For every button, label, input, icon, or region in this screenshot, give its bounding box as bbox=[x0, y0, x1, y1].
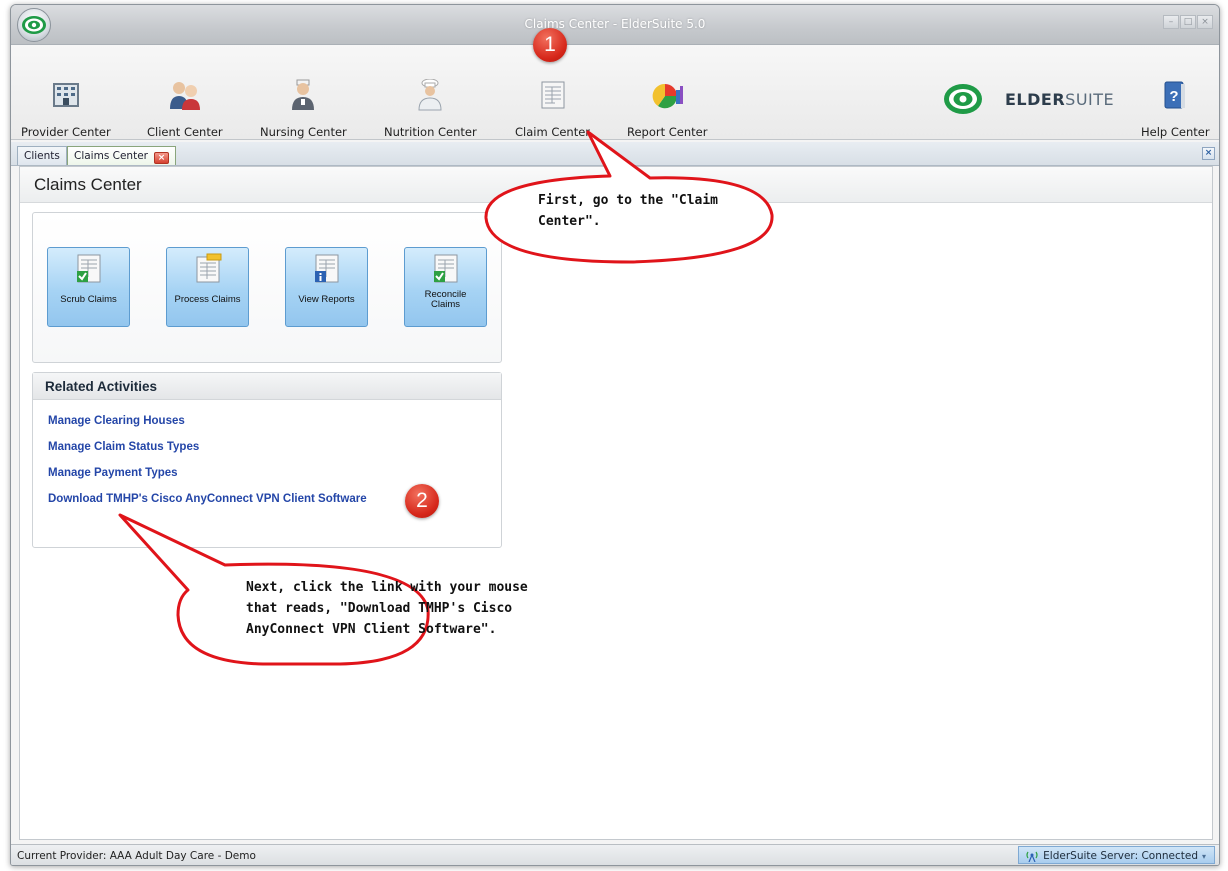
building-icon bbox=[51, 75, 81, 115]
view-reports-icon bbox=[312, 253, 342, 288]
page-title: Claims Center bbox=[34, 175, 142, 194]
pie-chart-icon bbox=[650, 75, 684, 115]
close-all-tabs-icon[interactable]: × bbox=[1202, 147, 1215, 160]
toolbar-label: Provider Center bbox=[21, 125, 111, 139]
process-claims-button[interactable]: Process Claims bbox=[166, 247, 249, 327]
antenna-icon bbox=[1026, 851, 1038, 862]
action-label: Process Claims bbox=[174, 294, 241, 305]
app-window: Claims Center - ElderSuite 5.0 – □ × Pro… bbox=[10, 4, 1220, 866]
tab-claims-center[interactable]: Claims Center × bbox=[67, 146, 176, 165]
toolbar-label: Nutrition Center bbox=[384, 125, 477, 139]
toolbar-nutrition-center[interactable]: Nutrition Center bbox=[384, 75, 477, 139]
callout-2-line: Next, click the link with your mouse bbox=[246, 580, 528, 595]
scrub-claims-icon bbox=[74, 253, 104, 288]
close-window-button[interactable]: × bbox=[1197, 15, 1213, 29]
related-activities-title: Related Activities bbox=[33, 373, 501, 400]
minimize-button[interactable]: – bbox=[1163, 15, 1179, 29]
manage-claim-status-types-link[interactable]: Manage Claim Status Types bbox=[48, 441, 199, 453]
current-provider-status: Current Provider: AAA Adult Day Care - D… bbox=[17, 850, 256, 862]
brand-suite: SUITE bbox=[1065, 89, 1115, 109]
maximize-button[interactable]: □ bbox=[1180, 15, 1196, 29]
tab-label: Claims Center bbox=[74, 150, 148, 162]
status-bar: Current Provider: AAA Adult Day Care - D… bbox=[11, 844, 1219, 865]
action-label: Scrub Claims bbox=[60, 294, 117, 305]
claims-center-page: Claims Center Scrub Claims Process Claim… bbox=[19, 166, 1213, 840]
manage-payment-types-link[interactable]: Manage Payment Types bbox=[48, 467, 178, 479]
chef-icon bbox=[416, 75, 444, 115]
toolbar-report-center[interactable]: Report Center bbox=[627, 75, 707, 139]
brand-elder: ELDER bbox=[1005, 89, 1066, 109]
eldersuite-logo-icon bbox=[944, 84, 982, 114]
toolbar-label: Claim Center bbox=[515, 125, 591, 139]
view-reports-button[interactable]: View Reports bbox=[285, 247, 368, 327]
callout-1-line: Center". bbox=[538, 214, 601, 229]
reconcile-claims-icon bbox=[431, 253, 461, 288]
brand-wordmark: ELDERSUITE bbox=[1005, 90, 1114, 109]
manage-clearing-houses-link[interactable]: Manage Clearing Houses bbox=[48, 415, 185, 427]
server-status[interactable]: ElderSuite Server: Connected ▾ bbox=[1018, 846, 1215, 864]
toolbar-label: Nursing Center bbox=[260, 125, 347, 139]
toolbar-help-center[interactable]: ? Help Center bbox=[1141, 75, 1210, 139]
callout-2-text: Next, click the link with your mouse tha… bbox=[246, 577, 528, 640]
eldersuite-brand: ELDERSUITE bbox=[943, 83, 1114, 115]
people-icon bbox=[168, 75, 202, 115]
main-toolbar: Provider Center Client Center Nursing Ce… bbox=[11, 45, 1219, 140]
step-1-badge: 1 bbox=[533, 28, 567, 62]
callout-1-text: First, go to the "Claim Center". bbox=[538, 190, 718, 232]
window-title: Claims Center - ElderSuite 5.0 bbox=[524, 17, 706, 31]
chevron-down-icon: ▾ bbox=[1201, 851, 1206, 861]
claim-actions-panel: Scrub Claims Process Claims View Reports… bbox=[32, 212, 502, 363]
callout-2-line: that reads, "Download TMHP's Cisco bbox=[246, 601, 513, 616]
toolbar-label: Client Center bbox=[147, 125, 223, 139]
toolbar-label: Report Center bbox=[627, 125, 708, 139]
help-book-icon: ? bbox=[1163, 75, 1187, 115]
window-controls: – □ × bbox=[1163, 15, 1213, 29]
action-label: View Reports bbox=[298, 294, 355, 305]
document-tab-strip: Clients Claims Center × × bbox=[11, 142, 1219, 166]
toolbar-claim-center[interactable]: Claim Center bbox=[515, 75, 590, 139]
callout-1-line: First, go to the "Claim bbox=[538, 193, 719, 208]
related-activities-panel: Related Activities Manage Clearing House… bbox=[32, 372, 502, 548]
svg-text:?: ? bbox=[1170, 88, 1179, 105]
nurse-icon bbox=[289, 75, 317, 115]
download-vpn-client-link[interactable]: Download TMHP's Cisco AnyConnect VPN Cli… bbox=[48, 493, 367, 505]
step-2-badge: 2 bbox=[405, 484, 439, 518]
tab-label: Clients bbox=[24, 150, 60, 162]
toolbar-nursing-center[interactable]: Nursing Center bbox=[260, 75, 347, 139]
tab-clients[interactable]: Clients bbox=[17, 146, 67, 165]
callout-2-line: AnyConnect VPN Client Software". bbox=[246, 622, 497, 637]
toolbar-label: Help Center bbox=[1141, 125, 1210, 139]
toolbar-provider-center[interactable]: Provider Center bbox=[21, 75, 111, 139]
process-claims-icon bbox=[193, 253, 223, 288]
action-label: Reconcile Claims bbox=[424, 289, 467, 310]
claim-form-icon bbox=[540, 75, 566, 115]
reconcile-claims-button[interactable]: Reconcile Claims bbox=[404, 247, 487, 327]
toolbar-client-center[interactable]: Client Center bbox=[147, 75, 223, 139]
close-tab-icon[interactable]: × bbox=[153, 152, 169, 164]
scrub-claims-button[interactable]: Scrub Claims bbox=[47, 247, 130, 327]
server-status-text: ElderSuite Server: Connected bbox=[1043, 850, 1198, 862]
title-bar: Claims Center - ElderSuite 5.0 – □ × bbox=[11, 5, 1219, 45]
